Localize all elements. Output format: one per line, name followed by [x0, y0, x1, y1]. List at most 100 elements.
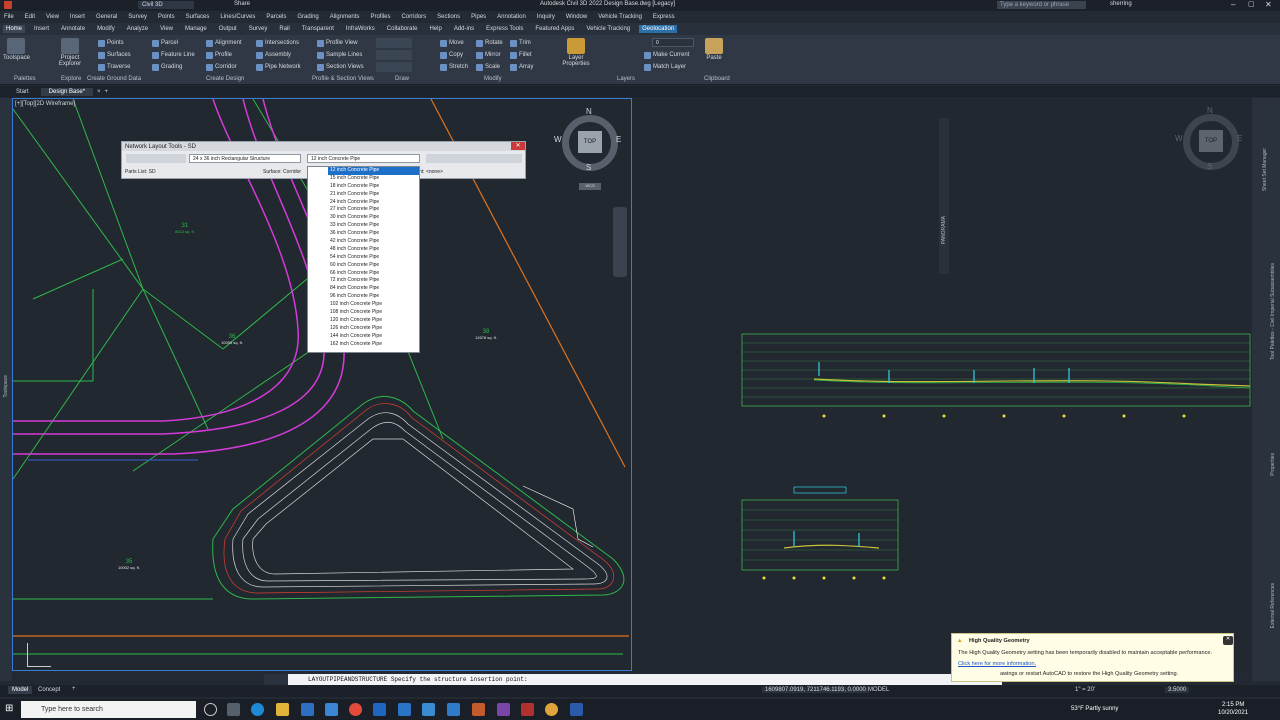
- sample-lines-button[interactable]: Sample Lines: [317, 50, 362, 60]
- ribbon-tab[interactable]: Featured Apps: [532, 25, 577, 33]
- pipe-size-option[interactable]: 36 inch Concrete Pipe: [308, 230, 419, 238]
- pipe-size-option[interactable]: 96 inch Concrete Pipe: [308, 293, 419, 301]
- menu-item[interactable]: Inquiry: [537, 14, 555, 20]
- task-view-icon[interactable]: [227, 703, 240, 716]
- corridor-button[interactable]: Corridor: [206, 62, 237, 72]
- ribbon-tab[interactable]: Rail: [276, 25, 292, 33]
- dialog-close-button[interactable]: ✕: [511, 142, 525, 150]
- layers-panel-label[interactable]: Layers: [617, 74, 635, 83]
- right-viewport[interactable]: TOP N S E W PANORAMA: [634, 98, 1252, 671]
- maximize-button[interactable]: ▢: [1248, 0, 1255, 8]
- menu-item[interactable]: Survey: [128, 14, 147, 20]
- ribbon-tab[interactable]: Output: [216, 25, 240, 33]
- user-name[interactable]: sherring: [1110, 1, 1132, 7]
- surfaces-button[interactable]: Surfaces: [98, 50, 131, 60]
- layer-properties-button[interactable]: Layer Properties: [562, 38, 590, 67]
- menu-item[interactable]: Pipes: [471, 14, 486, 20]
- make-current-button[interactable]: Make Current: [644, 50, 689, 60]
- word-icon[interactable]: [570, 703, 583, 716]
- menu-item[interactable]: Window: [566, 14, 587, 20]
- edge-icon[interactable]: [251, 703, 264, 716]
- layout-tab[interactable]: Concept: [38, 687, 60, 693]
- civil3d-taskbar-icon-2[interactable]: [447, 703, 460, 716]
- outlook-icon[interactable]: [373, 703, 386, 716]
- notification-balloon[interactable]: ▲ High Quality Geometry ✕ The High Quali…: [951, 633, 1234, 682]
- ribbon-tab[interactable]: Add-ins: [451, 25, 477, 33]
- menu-item[interactable]: View: [46, 14, 59, 20]
- create-ground-data-label[interactable]: Create Ground Data: [87, 74, 141, 83]
- viewport-label[interactable]: [+][Top][2D Wireframe]: [15, 101, 75, 107]
- ribbon-tab[interactable]: Modify: [94, 25, 118, 33]
- compass-west[interactable]: W: [554, 135, 562, 144]
- menu-item[interactable]: General: [96, 14, 117, 20]
- pipe-size-option[interactable]: 126 inch Concrete Pipe: [308, 325, 419, 333]
- menu-item[interactable]: Express: [653, 14, 675, 20]
- intersections-button[interactable]: Intersections: [256, 38, 299, 48]
- app-icon-3[interactable]: [497, 703, 510, 716]
- pipe-size-option[interactable]: 15 inch Concrete Pipe: [308, 175, 419, 183]
- civil3d-logo-icon[interactable]: [4, 1, 12, 9]
- share-button[interactable]: Share: [234, 1, 250, 7]
- menu-item[interactable]: Vehicle Tracking: [598, 14, 642, 20]
- pipe-size-option[interactable]: 162 inch Concrete Pipe: [308, 341, 419, 349]
- profile-button[interactable]: Profile: [206, 50, 232, 60]
- menu-item[interactable]: Profiles: [370, 14, 390, 20]
- copy-button[interactable]: Copy: [440, 50, 463, 60]
- minimize-button[interactable]: –: [1231, 0, 1235, 9]
- menu-item[interactable]: Parcels: [266, 14, 286, 20]
- ribbon-small-tools[interactable]: [31, 38, 39, 66]
- modify-panel-label[interactable]: Modify: [484, 74, 502, 83]
- feature-line-button[interactable]: Feature Line: [152, 50, 195, 60]
- menu-item[interactable]: Insert: [70, 14, 85, 20]
- draw-tools-2[interactable]: [376, 50, 412, 60]
- match-layer-button[interactable]: Match Layer: [644, 62, 686, 72]
- menu-item[interactable]: File: [4, 14, 14, 20]
- panorama-palette[interactable]: PANORAMA: [939, 118, 949, 274]
- notification-link[interactable]: Click here for more information.: [958, 661, 1036, 667]
- palettes-panel-label[interactable]: Palettes: [14, 74, 36, 83]
- pipe-size-option[interactable]: 33 inch Concrete Pipe: [308, 222, 419, 230]
- dialog-draw-tools[interactable]: [426, 154, 522, 163]
- compass-west[interactable]: W: [1175, 134, 1183, 143]
- menu-item[interactable]: Surfaces: [186, 14, 210, 20]
- model-space-toggle[interactable]: MODEL: [868, 687, 889, 693]
- viewcube[interactable]: TOP N S E W: [554, 107, 624, 177]
- structure-select[interactable]: 24 x 36 inch Rectangular Structure: [189, 154, 301, 163]
- cortana-icon[interactable]: [204, 703, 217, 716]
- pipe-size-option[interactable]: 66 inch Concrete Pipe: [308, 270, 419, 278]
- design-base-tab[interactable]: Design Base*: [40, 87, 94, 96]
- menu-item[interactable]: Points: [158, 14, 175, 20]
- create-design-label[interactable]: Create Design: [206, 74, 244, 83]
- weather-text[interactable]: 53°F Partly sunny: [1071, 706, 1118, 712]
- move-button[interactable]: Move: [440, 38, 464, 48]
- toolspace-button[interactable]: Toolspace: [3, 38, 30, 66]
- compass-south[interactable]: S: [586, 163, 591, 172]
- notification-close-button[interactable]: ✕: [1223, 636, 1233, 645]
- compass-north[interactable]: N: [1207, 106, 1213, 115]
- fillet-button[interactable]: Fillet: [510, 50, 532, 60]
- model-tab[interactable]: Model: [8, 686, 33, 694]
- profile-view-button[interactable]: Profile View: [317, 38, 358, 48]
- pipe-size-option[interactable]: 24 inch Concrete Pipe: [308, 199, 419, 207]
- draw-tools[interactable]: [376, 38, 412, 48]
- dialog-toolbar-icons[interactable]: [126, 154, 186, 163]
- rotate-button[interactable]: Rotate: [476, 38, 503, 48]
- add-layout-icon[interactable]: +: [72, 686, 76, 692]
- store-icon[interactable]: [301, 703, 314, 716]
- traverse-button[interactable]: Traverse: [98, 62, 130, 72]
- pipe-size-option[interactable]: 84 inch Concrete Pipe: [308, 285, 419, 293]
- layer-select[interactable]: 0: [652, 38, 694, 47]
- compass-north[interactable]: N: [586, 107, 592, 116]
- grading-button[interactable]: Grading: [152, 62, 182, 72]
- menu-item[interactable]: Annotation: [497, 14, 526, 20]
- trim-button[interactable]: Trim: [510, 38, 531, 48]
- ribbon-tab[interactable]: Collaborate: [384, 25, 421, 33]
- close-tab-icon[interactable]: ×: [97, 89, 101, 95]
- app-icon[interactable]: [398, 703, 411, 716]
- pipe-size-option[interactable]: 54 inch Concrete Pipe: [308, 254, 419, 262]
- dialog-header[interactable]: Network Layout Tools - SD ✕: [122, 142, 525, 151]
- mail-icon[interactable]: [325, 703, 338, 716]
- ribbon-tab[interactable]: Vehicle Tracking: [583, 25, 633, 33]
- search-input[interactable]: Type a keyword or phrase: [997, 1, 1086, 9]
- menu-item[interactable]: Sections: [437, 14, 460, 20]
